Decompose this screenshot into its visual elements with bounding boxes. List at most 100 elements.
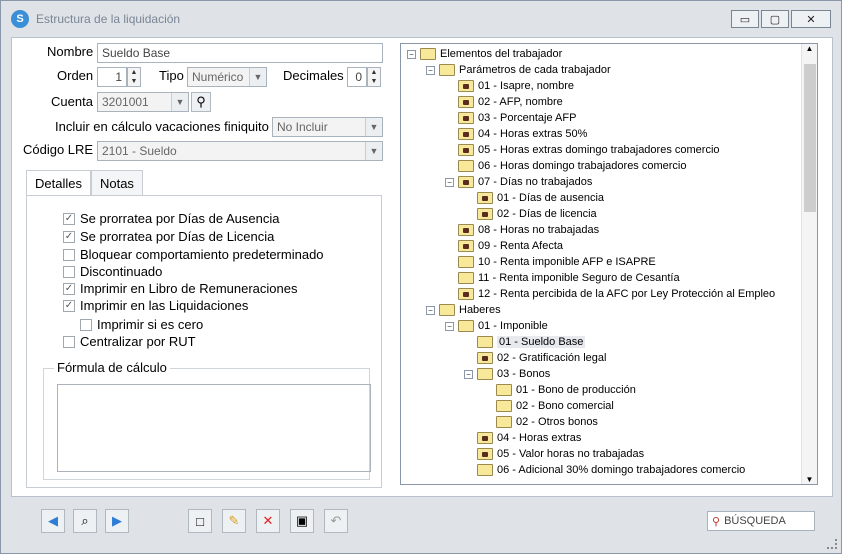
tree-node-label: 10 - Renta imponible AFP e ISAPRE <box>478 256 656 268</box>
tab-detalles[interactable]: Detalles <box>26 170 91 196</box>
lre-value: 2101 - Sueldo <box>102 144 177 158</box>
locked-folder-icon <box>458 112 474 124</box>
tree-node[interactable]: − 01 - Imponible <box>445 318 548 334</box>
cuenta-select[interactable]: 3201001 ▼ <box>97 92 189 112</box>
locked-folder-icon <box>458 288 474 300</box>
tree-node[interactable]: − Parámetros de cada trabajador <box>426 62 611 78</box>
checkbox-rut[interactable]: Centralizar por RUT <box>63 334 196 349</box>
tree-node[interactable]: 04 - Horas extras <box>464 430 581 446</box>
new-document-icon[interactable]: □ <box>188 509 212 533</box>
folder-icon <box>496 384 512 396</box>
checkbox-licencia[interactable]: ✓ Se prorratea por Días de Licencia <box>63 229 274 244</box>
tree-collapse-icon[interactable]: − <box>407 49 416 59</box>
vacaciones-select[interactable]: No Incluir ▼ <box>272 117 383 137</box>
checkbox-libro[interactable]: ✓ Imprimir en Libro de Remuneraciones <box>63 281 297 296</box>
tree-node[interactable]: 08 - Horas no trabajadas <box>445 222 599 238</box>
scroll-up-icon[interactable]: ▲ <box>802 44 817 53</box>
tree-node[interactable]: − Elementos del trabajador <box>407 46 562 62</box>
tree-collapse-icon[interactable]: − <box>426 305 435 315</box>
close-button[interactable]: ✕ <box>791 10 831 28</box>
locked-folder-icon <box>458 176 474 188</box>
checkbox-box <box>63 248 75 261</box>
scroll-thumb[interactable] <box>804 64 816 212</box>
tree-node[interactable]: 02 - Otros bonos <box>483 414 598 430</box>
tree-node[interactable]: 02 - Gratificación legal <box>464 350 606 366</box>
form-area: Nombre Sueldo Base Orden 1 ▲ ▼ Tipo Numér… <box>11 37 833 497</box>
checkbox-liquidaciones[interactable]: ✓ Imprimir en las Liquidaciones <box>63 298 248 313</box>
tree-node[interactable]: 11 - Renta imponible Seguro de Cesantía <box>445 270 680 286</box>
tree-node[interactable]: 12 - Renta percibida de la AFC por Ley P… <box>445 286 775 302</box>
elements-tree[interactable]: ▲ ▼ − Elementos del trabajador − Parámetros… <box>400 43 818 485</box>
tree-node-label: 12 - Renta percibida de la AFC por Ley P… <box>478 288 776 300</box>
scroll-down-icon[interactable]: ▼ <box>802 475 817 484</box>
tree-node[interactable]: 05 - Horas extras domingo trabajadores c… <box>445 142 720 158</box>
lre-select[interactable]: 2101 - Sueldo ▼ <box>97 141 383 161</box>
tree-node[interactable]: − 07 - Días no trabajados <box>445 174 592 190</box>
next-icon[interactable]: ▶ <box>105 509 129 533</box>
tree-node-label: 09 - Renta Afecta <box>478 240 563 252</box>
checkbox-cero[interactable]: Imprimir si es cero <box>80 317 203 332</box>
edit-pencil-icon[interactable]: ✎ <box>222 509 246 533</box>
minimize-button[interactable]: ▭ <box>731 10 759 28</box>
decimales-stepper[interactable]: ▲ ▼ <box>367 67 381 87</box>
tree-node[interactable]: 03 - Porcentaje AFP <box>445 110 576 126</box>
tree-node[interactable]: 02 - AFP, nombre <box>445 94 563 110</box>
checkbox-discontinuado[interactable]: Discontinuado <box>63 264 162 279</box>
tree-collapse-icon[interactable]: − <box>464 369 473 379</box>
tab-notas[interactable]: Notas <box>90 170 143 196</box>
decimales-input[interactable]: 0 <box>347 67 367 87</box>
app-logo-icon: S <box>11 10 29 28</box>
tree-collapse-icon[interactable]: − <box>426 65 435 75</box>
tree-node[interactable]: 04 - Horas extras 50% <box>445 126 587 142</box>
locked-folder-icon <box>458 144 474 156</box>
formula-group: Fórmula de cálculo <box>43 360 371 480</box>
delete-icon[interactable]: ✕ <box>256 509 280 533</box>
maximize-button[interactable]: ▢ <box>761 10 789 28</box>
tipo-select[interactable]: Numérico ▼ <box>187 67 267 87</box>
orden-input[interactable]: 1 <box>97 67 127 87</box>
locked-folder-icon <box>477 208 493 220</box>
checkbox-label: Imprimir en las Liquidaciones <box>80 298 249 313</box>
tree-scrollbar[interactable]: ▲ ▼ <box>801 44 817 484</box>
binoculars-icon[interactable]: ⌕ <box>73 509 97 533</box>
tree-node[interactable]: − Haberes <box>426 302 501 318</box>
tree-node[interactable]: 09 - Renta Afecta <box>445 238 563 254</box>
tree-node[interactable]: 01 - Isapre, nombre <box>445 78 574 94</box>
tree-node[interactable]: 01 - Bono de producción <box>483 382 636 398</box>
tree-node[interactable]: 05 - Valor horas no trabajadas <box>464 446 644 462</box>
tree-node-label: 06 - Horas domingo trabajadores comercio <box>478 160 687 172</box>
locked-folder-icon <box>477 432 493 444</box>
checkbox-box <box>63 335 75 348</box>
tree-node[interactable]: 10 - Renta imponible AFP e ISAPRE <box>445 254 656 270</box>
tree-node[interactable]: − 03 - Bonos <box>464 366 550 382</box>
search-icon[interactable]: ⚲ <box>191 92 211 112</box>
undo-icon[interactable]: ↶ <box>324 509 348 533</box>
checkbox-box: ✓ <box>63 282 75 295</box>
decimales-label: Decimales <box>283 68 344 83</box>
previous-icon[interactable]: ◀ <box>41 509 65 533</box>
tree-node[interactable]: 06 - Horas domingo trabajadores comercio <box>445 158 687 174</box>
folder-icon <box>420 48 436 60</box>
chevron-down-icon: ▼ <box>365 118 382 136</box>
tree-node-label: 05 - Horas extras domingo trabajadores c… <box>478 144 720 156</box>
tree-node[interactable]: 02 - Bono comercial <box>483 398 614 414</box>
tree-node-label: 01 - Sueldo Base <box>497 336 586 348</box>
tree-node[interactable]: 06 - Adicional 30% domingo trabajadores … <box>464 462 745 478</box>
vacaciones-value: No Incluir <box>277 120 328 134</box>
orden-stepper[interactable]: ▲ ▼ <box>127 67 141 87</box>
tree-collapse-icon[interactable]: − <box>445 321 454 331</box>
tree-node[interactable]: 01 - Sueldo Base <box>464 334 586 350</box>
tree-collapse-icon[interactable]: − <box>445 177 454 187</box>
checkbox-bloquear[interactable]: Bloquear comportamiento predeterminado <box>63 247 324 262</box>
save-icon[interactable]: ▣ <box>290 509 314 533</box>
tree-node[interactable]: 01 - Días de ausencia <box>464 190 604 206</box>
formula-textarea[interactable] <box>57 384 371 472</box>
folder-icon <box>458 272 474 284</box>
resize-grip[interactable] <box>827 539 837 549</box>
tree-node[interactable]: 02 - Días de licencia <box>464 206 597 222</box>
tree-node-label: 04 - Horas extras <box>497 432 582 444</box>
checkbox-ausencia[interactable]: ✓ Se prorratea por Días de Ausencia <box>63 211 279 226</box>
tree-node-label: 03 - Porcentaje AFP <box>478 112 577 124</box>
nombre-input[interactable]: Sueldo Base <box>97 43 383 63</box>
search-field[interactable]: ⚲ BÚSQUEDA <box>707 511 815 531</box>
